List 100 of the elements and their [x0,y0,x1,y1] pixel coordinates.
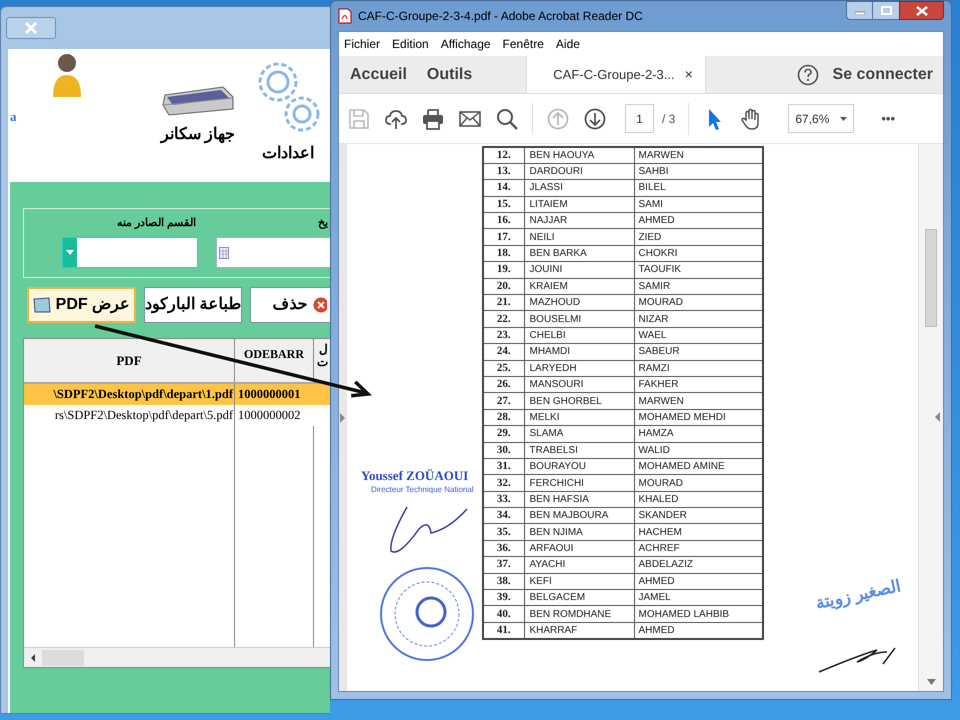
scroll-down-icon [926,679,936,685]
printer-icon [422,108,444,130]
table-cell: 16. [483,212,524,229]
zoom-dropdown[interactable]: 67,6% [788,104,854,133]
field-label: يخ [318,216,329,231]
table-cell: 14. [483,180,524,196]
action-button[interactable]: طباعة الباركود [144,287,242,323]
table-cell: 21. [483,294,524,311]
expand-right-icon [339,412,345,422]
table-cell: 31. [483,458,524,475]
collapse-left-icon [933,412,941,422]
close-icon [24,22,38,34]
table-cell: 26. [483,376,524,393]
document-icon [32,297,51,313]
table-cell: 34. [483,508,524,524]
table-cell: 30. [483,442,524,458]
scrollbar-thumb[interactable] [42,650,84,666]
stamp-title: Directeur Technique National [371,484,474,496]
date-field[interactable] [216,237,330,268]
page-number-field[interactable]: 1 [625,104,654,133]
table-cell: BEN HAOUYA [524,147,634,164]
table-cell: 20. [483,278,524,295]
table-cell: 15. [483,196,524,213]
table-cell: BEN HAFSIA [524,491,634,508]
table-cell: MHAMDI [524,344,634,360]
calendar-icon [219,246,229,258]
table-cell: KEFI [524,573,634,590]
minimize-button[interactable] [846,1,873,20]
menu-item[interactable]: Fenêtre [502,35,544,53]
window-title: CAF-C-Groupe-2-3-4.pdf - Adobe Acrobat Reader DC [358,8,643,25]
table-cell: 35. [483,524,524,540]
user-icon [50,51,84,97]
table-cell: BELGACEM [524,590,634,606]
stamp-name: الصغير زويتة [813,575,904,615]
caret-icon [840,116,848,120]
toolbar-button[interactable] [421,106,445,130]
table-cell: ARFAOUI [524,540,634,557]
dropdown-field[interactable] [62,237,198,268]
table-cell: BOUSELMI [524,310,634,328]
table-cell: TRABELSI [524,442,634,458]
table-cell: FERCHICHI [524,474,634,492]
table-cell: MANSOURI [524,376,634,393]
table-cell: KRAIEM [524,278,634,295]
table-cell: 27. [483,392,524,410]
table-cell: 39. [483,590,524,606]
action-button[interactable]: حذف [250,287,331,323]
menu-item[interactable]: Affichage [440,35,491,53]
table-row[interactable]: \SDPF2\Desktop\pdf\depart\1.pdf 1000000001 [24,384,331,405]
scrollbar-thumb[interactable] [925,229,937,327]
pdf-file-icon [338,8,352,24]
table-cell-text: 1000000002 [238,407,300,424]
menu-item[interactable]: Edition [392,35,429,53]
page-total: / 3 [662,110,676,128]
close-button[interactable] [899,1,944,20]
table-cell-text: \SDPF2\Desktop\pdf\depart\1.pdf [53,386,233,404]
toolbar-label: اعدادات [262,144,314,164]
more-button[interactable]: ••• [881,108,895,128]
column-header[interactable]: PDF [24,339,235,382]
table-cell: 24. [483,344,524,360]
table-cell: 28. [483,409,524,426]
table-cell: DARDOURI [524,163,634,180]
table-cell-text: rs\SDPF2\Desktop\pdf\depart\5.pdf [54,407,233,424]
vertical-scrollbar[interactable] [918,144,943,691]
document-tab[interactable]: CAF-C-Groupe-2-3... × [526,56,706,93]
table-cell: NEILI [524,228,634,246]
table-cell: 23. [483,327,524,344]
table-cell: 38. [483,573,524,590]
table-cell: BEN MAJBOURA [524,508,634,524]
table-cell: AYACHI [524,556,634,574]
nav-tab[interactable]: Outils [416,56,482,93]
maximize-button[interactable] [873,1,899,20]
scrollbar[interactable] [24,647,331,667]
save-icon [348,108,370,130]
action-button[interactable]: عرض PDF [27,287,136,323]
toolbar-button[interactable] [495,106,519,130]
search-icon [496,108,518,130]
table-cell: BEN GHORBEL [524,392,634,410]
table-cell: 25. [483,360,524,376]
menu-item[interactable]: Aide [556,35,580,53]
menu-item[interactable]: Fichier [344,35,380,53]
stamp-name: Youssef ZOÜAOUI [361,467,468,485]
close-tab-button[interactable]: × [684,64,693,85]
column-header[interactable]: ل ت [314,339,331,382]
table-cell: 18. [483,245,524,262]
table-cell: LITAIEM [524,196,634,213]
table-cell: 33. [483,491,524,508]
user-label: a [10,108,18,126]
caret-icon [66,250,74,255]
table-cell: 17. [483,228,524,246]
table-cell: SLAMA [524,426,634,442]
table-cell: 13. [483,163,524,180]
nav-tab[interactable]: Accueil [340,56,417,93]
toolbar-button[interactable] [583,106,607,130]
help-icon [796,64,819,86]
sign-in-link[interactable]: Se connecter [832,62,933,86]
column-header[interactable]: ODEBARR [235,339,314,382]
table-cell: BEN ROMDHANE [524,606,634,622]
table-cell: 32. [483,474,524,492]
upload-cloud-icon [385,108,407,130]
delete-icon [312,297,327,313]
